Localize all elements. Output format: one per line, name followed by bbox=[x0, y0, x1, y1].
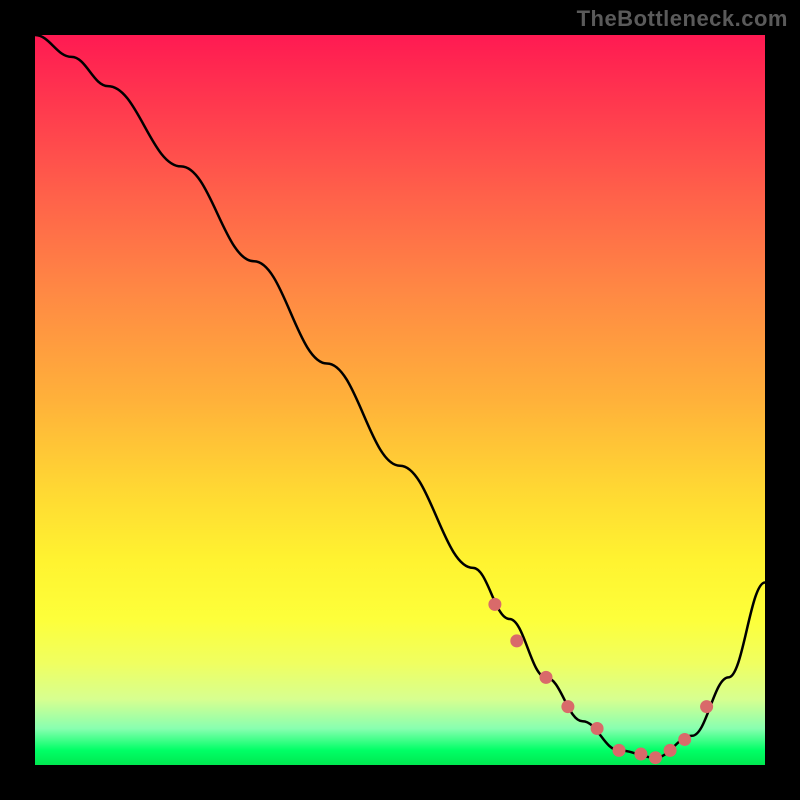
dot-point bbox=[700, 700, 713, 713]
dot-point bbox=[591, 722, 604, 735]
dot-point bbox=[613, 744, 626, 757]
dot-point bbox=[634, 748, 647, 761]
dot-point bbox=[561, 700, 574, 713]
dot-point bbox=[678, 733, 691, 746]
dot-point bbox=[510, 634, 523, 647]
chart-svg bbox=[35, 35, 765, 765]
dot-point bbox=[664, 744, 677, 757]
dot-point bbox=[540, 671, 553, 684]
dot-point bbox=[649, 751, 662, 764]
dot-point bbox=[488, 598, 501, 611]
curve-line bbox=[35, 35, 765, 758]
plot-area bbox=[35, 35, 765, 765]
curve-dots bbox=[488, 598, 713, 764]
watermark-text: TheBottleneck.com bbox=[577, 6, 788, 32]
